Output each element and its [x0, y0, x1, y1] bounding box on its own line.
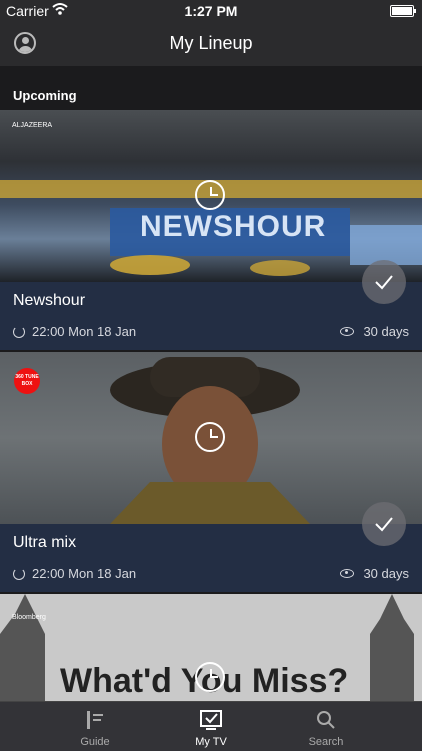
guide-icon: [87, 711, 103, 729]
clock-icon: [195, 662, 225, 692]
availability-label: 30 days: [363, 566, 409, 581]
my-tv-icon: [200, 710, 222, 730]
check-button[interactable]: [362, 260, 406, 304]
section-title: Upcoming: [13, 88, 77, 103]
program-title: Ultra mix: [13, 534, 77, 551]
program-info: Newshour 22:00 Mon 18 Jan 30 days: [0, 282, 422, 350]
search-icon: [317, 711, 335, 729]
program-thumbnail[interactable]: NEWSHOUR ALJAZEERA: [0, 110, 422, 282]
clock-icon: [195, 180, 225, 210]
page-title: My Lineup: [169, 33, 253, 53]
program-thumbnail[interactable]: 360 TUNE BOX: [0, 352, 422, 524]
eye-icon: [340, 569, 354, 578]
check-button[interactable]: [362, 502, 406, 546]
status-bar: Carrier 1:27 PM: [0, 0, 422, 22]
channel-logo: 360 TUNE BOX: [14, 368, 40, 394]
section-header: Upcoming: [0, 66, 422, 110]
replay-icon: [13, 326, 25, 338]
eye-icon: [340, 327, 354, 336]
program-card[interactable]: NEWSHOUR ALJAZEERA Newshour 22:00 Mon 18…: [0, 110, 422, 350]
clock-icon: [195, 422, 225, 452]
channel-logo: ALJAZEERA: [12, 122, 53, 129]
tab-search[interactable]: Search: [256, 702, 396, 751]
battery-icon: [390, 5, 416, 17]
program-card[interactable]: Bloomberg What'd You Miss?: [0, 594, 422, 701]
program-title: Newshour: [13, 292, 86, 309]
program-thumbnail[interactable]: Bloomberg What'd You Miss?: [0, 594, 422, 701]
program-card[interactable]: 360 TUNE BOX Ultra mix 22:00 Mon 18 Jan …: [0, 352, 422, 592]
availability-label: 30 days: [363, 324, 409, 339]
navigation-bar: My Lineup: [0, 22, 422, 66]
program-time: 22:00 Mon 18 Jan: [32, 324, 137, 339]
replay-icon: [13, 568, 25, 580]
program-info: Ultra mix 22:00 Mon 18 Jan 30 days: [0, 524, 422, 592]
clock-time: 1:27 PM: [184, 3, 238, 19]
tab-bar: Guide My TV Search: [0, 701, 422, 751]
channel-logo: Bloomberg: [12, 614, 46, 621]
tab-label: Search: [308, 736, 344, 748]
checkmark-icon: [375, 275, 393, 290]
newshour-banner: NEWSHOUR: [140, 210, 327, 243]
program-time: 22:00 Mon 18 Jan: [32, 566, 137, 581]
checkmark-icon: [375, 517, 393, 532]
